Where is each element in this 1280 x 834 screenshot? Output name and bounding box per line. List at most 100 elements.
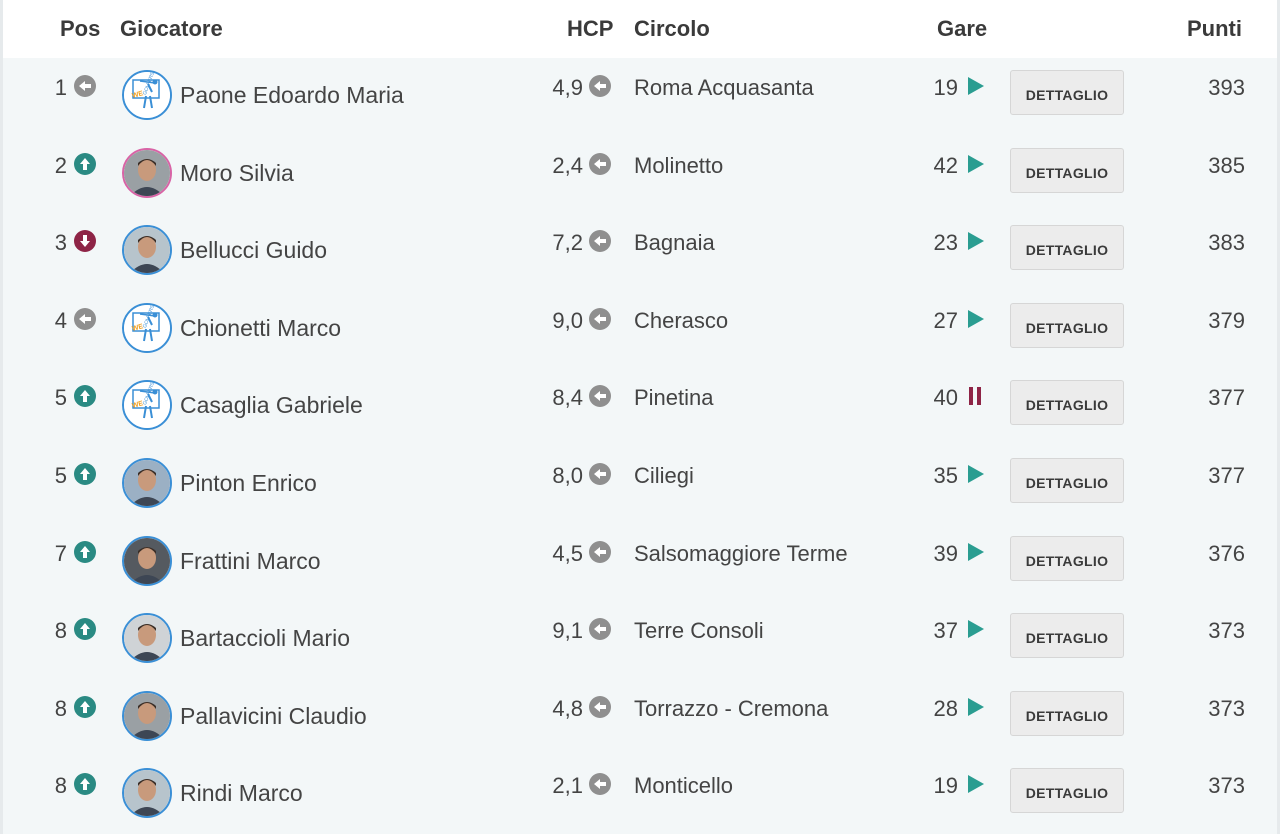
punti-value: 385	[1208, 152, 1245, 178]
player-name[interactable]: Bartaccioli Mario	[180, 625, 350, 652]
hcp-value: 8,0	[552, 463, 583, 488]
header-hcp[interactable]: HCP	[567, 16, 613, 42]
position: 8	[54, 773, 67, 799]
leaderboard: Pos Giocatore HCP Circolo Gare Punti 1 WE…	[0, 0, 1280, 834]
club-name: Torrazzo - Cremona	[634, 695, 829, 721]
position: 8	[54, 618, 67, 644]
hcp-value: 9,1	[552, 618, 583, 644]
arrow-up-icon	[74, 773, 96, 796]
player-name[interactable]: Pinton Enrico	[180, 470, 317, 497]
position: 2	[54, 152, 67, 178]
arrow-left-icon	[589, 230, 611, 253]
avatar[interactable]	[122, 147, 172, 198]
dettaglio-button[interactable]: DETTAGLIO	[1010, 535, 1124, 581]
club-name: Terre Consoli	[634, 618, 764, 644]
arrow-left-icon	[589, 152, 611, 175]
club-name: Ciliegi	[634, 463, 694, 488]
position: 5	[54, 385, 67, 411]
avatar[interactable]	[122, 535, 172, 586]
header-giocatore[interactable]: Giocatore	[120, 16, 223, 42]
gare-count: 23	[933, 230, 958, 256]
arrow-left-icon	[74, 307, 96, 330]
arrow-left-icon	[589, 75, 611, 97]
punti-value: 377	[1208, 385, 1245, 411]
arrow-left-icon	[589, 773, 611, 796]
avatar[interactable]: WE GOLFERS	[122, 302, 172, 353]
table-row: 8 Bartaccioli Mario 9,1 Terre Consoli 37 DETT…	[3, 601, 1277, 678]
player-name[interactable]: Chionetti Marco	[180, 315, 341, 342]
avatar[interactable]	[122, 613, 172, 664]
play-icon	[966, 76, 986, 96]
dettaglio-button[interactable]: DETTAGLIO	[1010, 302, 1124, 348]
gare-count: 40	[933, 385, 958, 411]
punti-value: 393	[1208, 75, 1245, 100]
punti-value: 379	[1208, 307, 1245, 333]
punti-value: 383	[1208, 230, 1245, 256]
club-name: Bagnaia	[634, 230, 715, 256]
punti-value: 373	[1208, 773, 1245, 799]
club-name: Monticello	[634, 773, 734, 799]
player-name[interactable]: Pallavicini Claudio	[180, 703, 367, 730]
dettaglio-button[interactable]: DETTAGLIO	[1010, 613, 1124, 659]
avatar[interactable]	[122, 458, 172, 508]
arrow-up-icon	[74, 540, 96, 563]
header-pos[interactable]: Pos	[60, 16, 100, 42]
dettaglio-button[interactable]: DETTAGLIO	[1010, 147, 1124, 193]
dettaglio-button[interactable]: DETTAGLIO	[1010, 768, 1124, 814]
gare-count: 27	[933, 307, 958, 333]
arrow-up-icon	[74, 152, 96, 175]
play-icon	[966, 542, 986, 562]
club-name: Molinetto	[634, 152, 724, 178]
play-icon	[966, 697, 986, 717]
table-row: 7 Frattini Marco 4,5 Salsomaggiore Terme 39 D…	[3, 524, 1277, 601]
arrow-up-icon	[74, 695, 96, 718]
club-name: Salsomaggiore Terme	[634, 540, 848, 566]
arrow-down-icon	[74, 230, 96, 253]
table-row: 8 Pallavicini Claudio 4,8 Torrazzo - Cremon…	[3, 679, 1277, 756]
play-icon	[966, 309, 986, 329]
punti-value: 376	[1208, 540, 1245, 566]
player-name[interactable]: Casaglia Gabriele	[180, 392, 363, 419]
play-icon	[966, 154, 986, 174]
gare-count: 19	[933, 75, 958, 100]
position: 4	[54, 307, 67, 333]
header-gare[interactable]: Gare	[937, 16, 987, 42]
dettaglio-button[interactable]: DETTAGLIO	[1010, 380, 1124, 426]
avatar[interactable]: WE GOLFERS	[122, 380, 172, 431]
arrow-left-icon	[589, 540, 611, 563]
position: 1	[54, 75, 67, 100]
table-row: 4 WE GOLFERS Chionetti Marco 9,0 Cherasco 27 DE…	[3, 291, 1277, 368]
arrow-left-icon	[74, 75, 96, 97]
dettaglio-button[interactable]: DETTAGLIO	[1010, 70, 1124, 115]
avatar[interactable]	[122, 690, 172, 741]
dettaglio-button[interactable]: DETTAGLIO	[1010, 225, 1124, 271]
gare-count: 39	[933, 540, 958, 566]
header-punti[interactable]: Punti	[1187, 16, 1242, 42]
player-name[interactable]: Paone Edoardo Maria	[180, 82, 404, 109]
position: 8	[54, 695, 67, 721]
player-name[interactable]: Moro Silvia	[180, 160, 294, 187]
player-name[interactable]: Frattini Marco	[180, 548, 321, 575]
hcp-value: 4,9	[552, 75, 583, 100]
play-icon	[966, 464, 986, 484]
player-name[interactable]: Rindi Marco	[180, 780, 303, 807]
player-name[interactable]: Bellucci Guido	[180, 237, 327, 264]
dettaglio-button[interactable]: DETTAGLIO	[1010, 690, 1124, 736]
avatar[interactable]: WE GOLFERS	[122, 70, 172, 120]
header-circolo[interactable]: Circolo	[634, 16, 710, 42]
hcp-value: 4,8	[552, 695, 583, 721]
play-icon	[966, 231, 986, 251]
play-icon	[966, 619, 986, 639]
avatar[interactable]	[122, 225, 172, 276]
table-row: 8 Rindi Marco 2,1 Monticello 19 DETTAGLIO 373	[3, 756, 1277, 833]
gare-count: 35	[933, 463, 958, 488]
table-header: Pos Giocatore HCP Circolo Gare Punti	[3, 0, 1277, 58]
arrow-up-icon	[74, 618, 96, 641]
table-row: 5 Pinton Enrico 8,0 Ciliegi 35 DETTAGLIO 377	[3, 446, 1277, 523]
club-name: Roma Acquasanta	[634, 75, 814, 100]
arrow-up-icon	[74, 385, 96, 408]
avatar[interactable]	[122, 768, 172, 819]
table-row: 1 WE GOLFERS Paone Edoardo Maria 4,9 Roma Acq…	[3, 58, 1277, 135]
arrow-left-icon	[589, 385, 611, 408]
dettaglio-button[interactable]: DETTAGLIO	[1010, 458, 1124, 503]
